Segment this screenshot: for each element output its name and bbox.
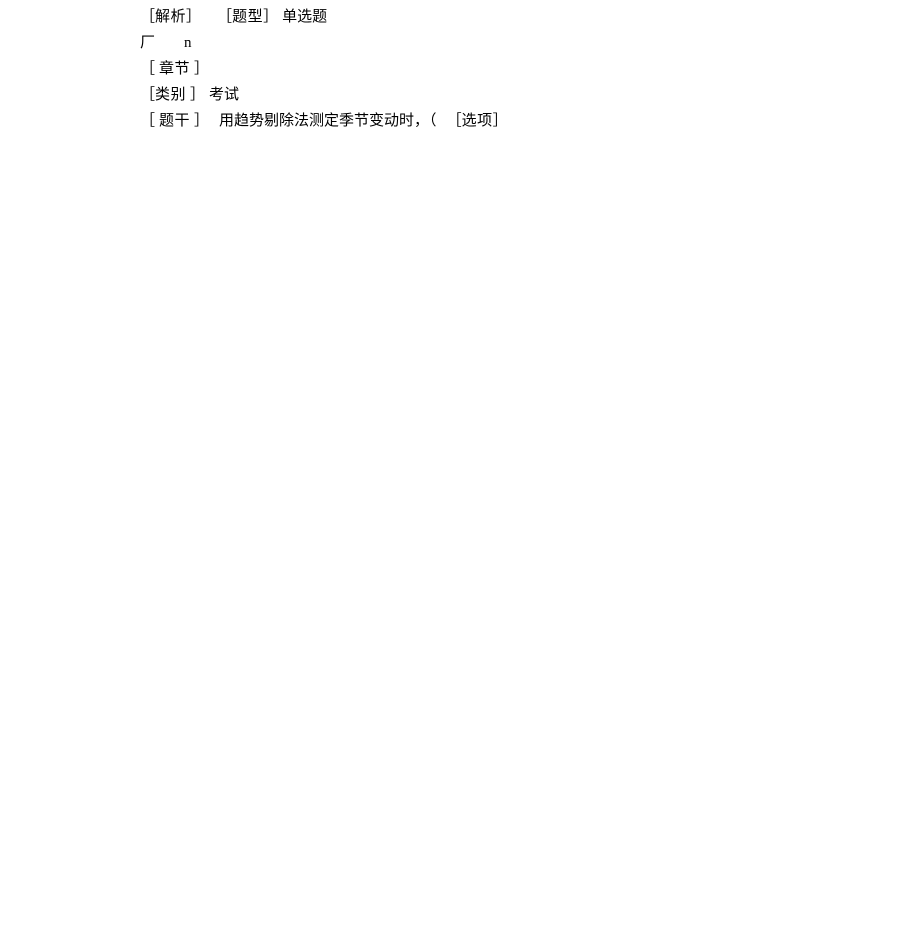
fragment-text-b: n bbox=[184, 30, 192, 56]
analysis-label: 解析 bbox=[155, 4, 186, 30]
stem-label: 题干 bbox=[159, 108, 190, 134]
bracket-open: ［ bbox=[140, 108, 155, 134]
category-label: 类别 bbox=[155, 82, 186, 108]
type-value: 单选题 bbox=[282, 4, 327, 30]
type-label: 题型 bbox=[232, 4, 263, 30]
category-value: 考试 bbox=[209, 82, 239, 108]
line-analysis-type: ［ 解析 ］ ［ 题型 ］ 单选题 bbox=[140, 4, 920, 30]
bracket-open: ［ bbox=[140, 4, 155, 30]
bracket-open: ［ bbox=[217, 4, 232, 30]
chapter-label: 章节 bbox=[159, 56, 190, 82]
bracket-close: ］ bbox=[194, 108, 209, 134]
bracket-close: ］ bbox=[493, 108, 508, 134]
bracket-close: ］ bbox=[186, 4, 201, 30]
bracket-close: ］ bbox=[194, 56, 209, 82]
line-stem: ［ 题干 ］ 用趋势剔除法测定季节变动时，（ ［ 选项 ］ bbox=[140, 108, 920, 134]
bracket-open: ［ bbox=[447, 108, 462, 134]
line-fragment: 厂 n bbox=[140, 30, 920, 56]
line-category: ［ 类别 ］ 考试 bbox=[140, 82, 920, 108]
bracket-close: ］ bbox=[263, 4, 278, 30]
option-label: 选项 bbox=[462, 108, 493, 134]
bracket-close: ］ bbox=[190, 82, 205, 108]
bracket-open: ［ bbox=[140, 82, 155, 108]
stem-text: 用趋势剔除法测定季节变动时，（ bbox=[219, 108, 437, 134]
bracket-open: ［ bbox=[140, 56, 155, 82]
fragment-text-a: 厂 bbox=[140, 30, 156, 56]
line-chapter: ［ 章节 ］ bbox=[140, 56, 920, 82]
